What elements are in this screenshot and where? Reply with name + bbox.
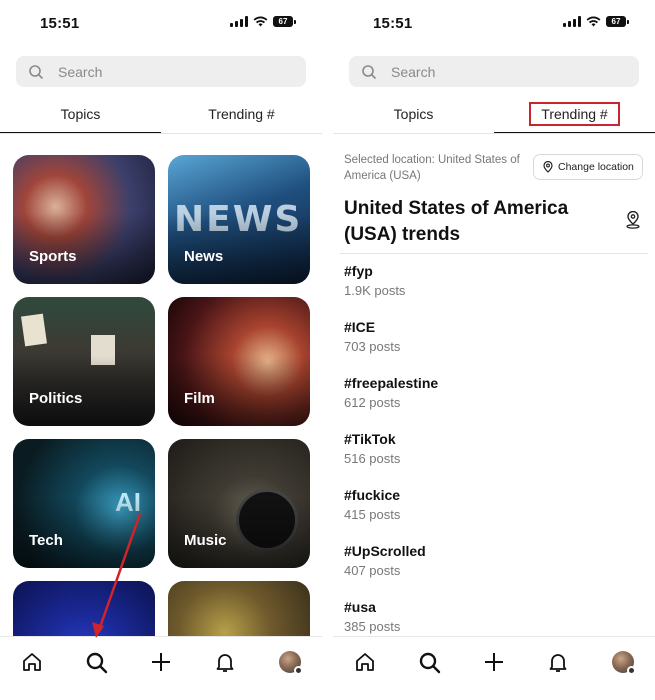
nav-search[interactable] <box>410 646 450 678</box>
trending-screen: 15:51 67 Search Topics Trending # Select… <box>333 0 655 700</box>
nav-search[interactable] <box>77 646 117 678</box>
bottom-nav <box>0 636 322 700</box>
topic-label: Tech <box>29 532 63 549</box>
topic-label: News <box>184 248 224 265</box>
trend-item[interactable]: #ICE 703 posts <box>344 319 624 354</box>
search-icon <box>362 64 376 79</box>
wifi-icon <box>253 16 268 27</box>
search-placeholder: Search <box>391 63 436 80</box>
battery-icon: 67 <box>606 16 629 27</box>
tabs-divider <box>0 133 322 134</box>
status-time: 15:51 <box>40 15 80 32</box>
nav-notifications[interactable] <box>205 646 245 678</box>
change-location-button[interactable]: Change location <box>533 154 643 180</box>
location-pin-icon <box>543 161 553 173</box>
nav-profile[interactable] <box>270 646 310 678</box>
trend-item[interactable]: #freepalestine 612 posts <box>344 375 624 410</box>
avatar <box>611 651 636 675</box>
status-time: 15:51 <box>373 15 413 32</box>
tab-trending-label: Trending # <box>529 102 620 126</box>
search-placeholder: Search <box>58 63 103 80</box>
tab-trending[interactable]: Trending # <box>494 100 655 134</box>
bell-icon <box>549 654 567 672</box>
search-icon <box>29 64 43 79</box>
plus-icon <box>484 653 503 671</box>
nav-create[interactable] <box>474 646 514 678</box>
cellular-signal-icon <box>230 16 248 27</box>
search-input[interactable]: Search <box>349 56 639 87</box>
selected-location-text: Selected location: United States of Amer… <box>344 154 520 182</box>
nav-home[interactable] <box>345 646 385 678</box>
nav-home[interactable] <box>12 646 52 678</box>
trend-item[interactable]: #UpScrolled 407 posts <box>344 543 624 578</box>
status-bar: 15:51 67 <box>333 0 655 46</box>
nav-notifications[interactable] <box>538 646 578 678</box>
topic-card-politics[interactable]: Politics <box>13 297 155 426</box>
search-input[interactable]: Search <box>16 56 306 87</box>
trend-item[interactable]: #fyp 1.9K posts <box>344 263 624 298</box>
search-icon <box>419 652 441 673</box>
bell-icon <box>216 654 234 672</box>
trend-item[interactable]: #TikTok 516 posts <box>344 431 624 466</box>
screen-gap <box>322 0 333 700</box>
battery-icon: 67 <box>273 16 296 27</box>
avatar <box>278 651 303 675</box>
topic-label: Film <box>184 390 215 407</box>
topic-label: Music <box>184 532 227 549</box>
tab-topics[interactable]: Topics <box>0 100 161 134</box>
topic-label: Sports <box>29 248 77 265</box>
home-icon <box>23 653 42 671</box>
tab-trending[interactable]: Trending # <box>161 100 322 134</box>
home-icon <box>356 653 375 671</box>
bottom-nav <box>333 636 655 700</box>
wifi-icon <box>586 16 601 27</box>
trends-divider <box>340 253 648 254</box>
status-bar: 15:51 67 <box>0 0 322 46</box>
trends-title: United States of America (USA) trends <box>344 198 569 245</box>
tab-topics[interactable]: Topics <box>333 100 494 134</box>
topics-screen: 15:51 67 Search Topics Trending # Sports… <box>0 0 322 700</box>
tabs-divider <box>333 133 655 134</box>
topic-label: Politics <box>29 390 83 407</box>
nav-create[interactable] <box>141 646 181 678</box>
cellular-signal-icon <box>563 16 581 27</box>
topic-card-news[interactable]: NEWS News <box>168 155 310 284</box>
topic-card-film[interactable]: Film <box>168 297 310 426</box>
topic-card-sports[interactable]: Sports <box>13 155 155 284</box>
trend-item[interactable]: #fuckice 415 posts <box>344 487 624 522</box>
plus-icon <box>151 653 170 671</box>
topic-card-music[interactable]: Music <box>168 439 310 568</box>
search-icon <box>86 652 108 673</box>
trend-item[interactable]: #usa 385 posts <box>344 599 624 634</box>
nav-profile[interactable] <box>603 646 643 678</box>
topic-card-tech[interactable]: AI Tech <box>13 439 155 568</box>
location-pin-icon[interactable] <box>625 211 641 229</box>
